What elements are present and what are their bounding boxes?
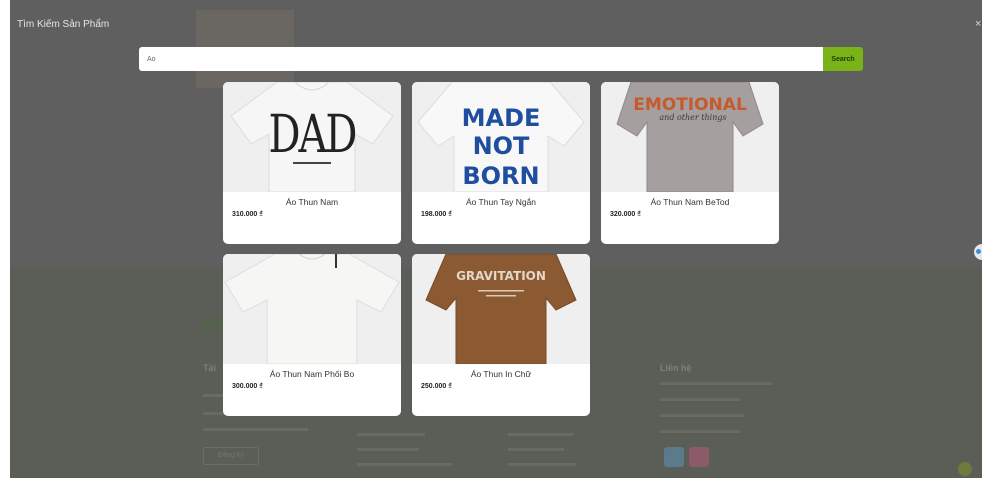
product-image xyxy=(223,254,401,364)
product-image: MADE NOT BORN xyxy=(412,82,590,192)
product-image: GRAVITATION xyxy=(412,254,590,364)
svg-text:GRAVITATION: GRAVITATION xyxy=(456,269,546,283)
footer-text-line xyxy=(357,448,419,451)
product-price: 320.000 ₫ xyxy=(610,211,641,218)
svg-text:and other things: and other things xyxy=(659,113,726,122)
product-price: 198.000 ₫ xyxy=(421,211,452,218)
footer-text-line xyxy=(203,428,308,431)
footer-text-line xyxy=(357,433,425,436)
product-name: Áo Thun Nam BeTod xyxy=(650,197,730,207)
store-badge-icon[interactable] xyxy=(664,447,684,467)
scroll-top-icon[interactable] xyxy=(958,462,972,476)
product-image: DAD xyxy=(223,82,401,192)
close-icon[interactable]: × xyxy=(975,18,981,30)
modal-title: Tìm Kiếm Sản Phẩm xyxy=(17,19,110,30)
product-card[interactable]: EMOTIONAL and other things Áo Thun Nam B… xyxy=(601,82,779,244)
product-name: Áo Thun Nam Phối Bo xyxy=(269,369,355,379)
svg-text:NOT: NOT xyxy=(473,132,530,160)
page-left-edge xyxy=(0,0,10,484)
footer-heading-left: Tải xyxy=(203,363,217,373)
search-button[interactable]: Search xyxy=(823,47,863,71)
footer-text-line xyxy=(660,414,744,417)
footer-button[interactable]: Đăng ký xyxy=(203,447,259,465)
product-card[interactable]: Áo Thun Nam Phối Bo 300.000 ₫ xyxy=(223,254,401,416)
product-name: Áo Thun Tay Ngắn xyxy=(465,197,537,207)
footer-text-line xyxy=(660,398,740,401)
chat-icon xyxy=(976,249,981,254)
footer-text-line xyxy=(660,382,772,385)
footer-text-line xyxy=(660,430,740,433)
product-card[interactable]: GRAVITATION Áo Thun In Chữ 250.000 ₫ xyxy=(412,254,590,416)
product-price: 250.000 ₫ xyxy=(421,383,452,390)
product-image: EMOTIONAL and other things xyxy=(601,82,779,192)
svg-text:MADE: MADE xyxy=(462,104,541,132)
footer-text-line xyxy=(357,463,452,466)
product-card[interactable]: DAD Áo Thun Nam 310.000 ₫ xyxy=(223,82,401,244)
product-price: 300.000 ₫ xyxy=(232,383,263,390)
product-name: Áo Thun In Chữ xyxy=(470,369,532,379)
footer-text-line xyxy=(508,463,576,466)
product-card[interactable]: MADE NOT BORN Áo Thun Tay Ngắn 198.000 ₫ xyxy=(412,82,590,244)
page-bottom-edge xyxy=(0,478,982,484)
search-input[interactable] xyxy=(139,47,824,71)
footer-text-line xyxy=(508,448,564,451)
store-badge-icon[interactable] xyxy=(689,447,709,467)
footer-text-line xyxy=(508,433,574,436)
svg-text:BORN: BORN xyxy=(462,162,539,190)
product-name: Áo Thun Nam xyxy=(285,197,339,207)
product-price: 310.000 ₫ xyxy=(232,211,263,218)
svg-text:DAD: DAD xyxy=(268,104,355,165)
footer-contact-heading: Liên hệ xyxy=(660,363,692,373)
svg-text:EMOTIONAL: EMOTIONAL xyxy=(633,95,747,115)
